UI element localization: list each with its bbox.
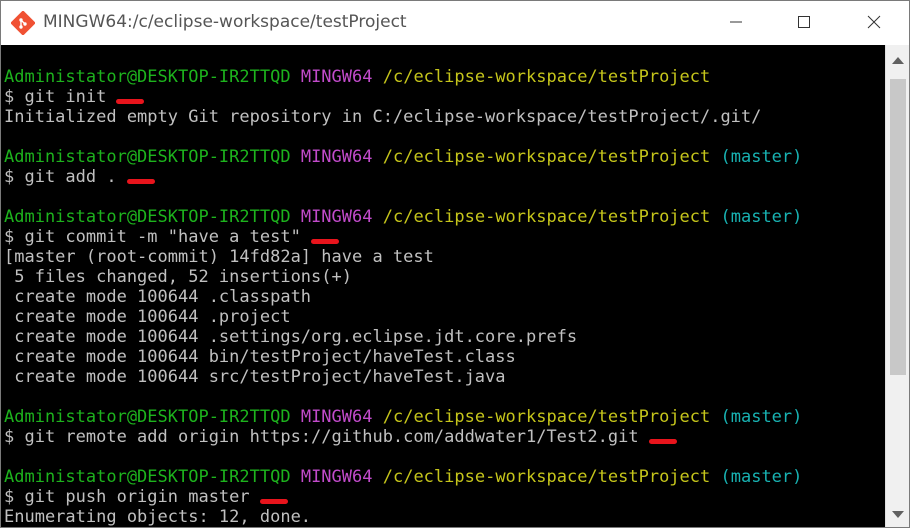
prompt-line: Administator@DESKTOP-IR2TTQD MINGW64 /c/… (4, 207, 802, 227)
prompt-path: /c/eclipse-workspace/testProject (382, 207, 711, 227)
annotation-underline-mark (126, 178, 155, 184)
scrollbar-thumb[interactable] (890, 79, 906, 375)
command-line: $ git commit -m "have a test" (4, 227, 802, 247)
annotation-underline-mark (116, 98, 145, 104)
output-line: create mode 100644 bin/testProject/haveT… (4, 347, 516, 367)
prompt-path: /c/eclipse-workspace/testProject (382, 67, 711, 87)
command-line: $ git init (4, 87, 802, 107)
command-text: $ git commit -m "have a test" (4, 227, 301, 247)
prompt-line: Administator@DESKTOP-IR2TTQD MINGW64 /c/… (4, 147, 802, 167)
close-button[interactable] (844, 1, 904, 45)
terminal-window: MINGW64:/c/eclipse-workspace/testProject… (0, 0, 910, 528)
terminal-output[interactable]: Administator@DESKTOP-IR2TTQD MINGW64 /c/… (1, 45, 885, 527)
command-line: $ git push origin master (4, 487, 802, 507)
output-line: create mode 100644 .project (4, 307, 291, 327)
command-line: $ git add . (4, 167, 802, 187)
prompt-line: Administator@DESKTOP-IR2TTQD MINGW64 /c/… (4, 67, 802, 87)
prompt-line: Administator@DESKTOP-IR2TTQD MINGW64 /c/… (4, 407, 802, 427)
output-line: create mode 100644 src/testProject/haveT… (4, 367, 506, 387)
git-bash-icon (10, 10, 36, 36)
prompt-user: Administator@DESKTOP-IR2TTQD (4, 467, 291, 487)
scroll-down-icon[interactable] (892, 511, 904, 518)
command-text: $ git init (4, 87, 107, 107)
terminal-lines: Administator@DESKTOP-IR2TTQD MINGW64 /c/… (4, 67, 802, 527)
output-line: create mode 100644 .settings/org.eclipse… (4, 327, 578, 347)
prompt-user: Administator@DESKTOP-IR2TTQD (4, 407, 291, 427)
prompt-branch: (master) (720, 407, 803, 427)
prompt-branch: (master) (720, 467, 803, 487)
prompt-user: Administator@DESKTOP-IR2TTQD (4, 147, 291, 167)
prompt-path: /c/eclipse-workspace/testProject (382, 467, 711, 487)
prompt-shell: MINGW64 (300, 67, 373, 87)
command-text: $ git push origin master (4, 487, 250, 507)
scroll-up-icon[interactable] (892, 57, 904, 64)
maximize-button[interactable] (774, 1, 834, 45)
output-line: Enumerating objects: 12, done. (4, 507, 312, 527)
prompt-shell: MINGW64 (300, 407, 373, 427)
command-text: $ git add . (4, 167, 117, 187)
command-text: $ git remote add origin https://github.c… (4, 427, 639, 447)
vertical-scrollbar[interactable] (885, 45, 909, 527)
command-line: $ git remote add origin https://github.c… (4, 427, 802, 447)
prompt-path: /c/eclipse-workspace/testProject (382, 147, 711, 167)
prompt-branch: (master) (720, 147, 803, 167)
prompt-shell: MINGW64 (300, 207, 373, 227)
output-line: create mode 100644 .classpath (4, 287, 312, 307)
prompt-shell: MINGW64 (300, 147, 373, 167)
prompt-line: Administator@DESKTOP-IR2TTQD MINGW64 /c/… (4, 467, 802, 487)
prompt-user: Administator@DESKTOP-IR2TTQD (4, 67, 291, 87)
output-line: 5 files changed, 52 insertions(+) (4, 267, 352, 287)
prompt-branch: (master) (720, 207, 803, 227)
prompt-path: /c/eclipse-workspace/testProject (382, 407, 711, 427)
title-bar[interactable]: MINGW64:/c/eclipse-workspace/testProject (1, 1, 909, 45)
window-title: MINGW64:/c/eclipse-workspace/testProject (43, 12, 407, 32)
prompt-user: Administator@DESKTOP-IR2TTQD (4, 207, 291, 227)
maximize-icon (797, 14, 811, 33)
output-line: Initialized empty Git repository in C:/e… (4, 107, 762, 127)
annotation-underline-mark (259, 498, 288, 504)
minimize-icon (729, 14, 743, 33)
annotation-underline-mark (648, 438, 677, 444)
annotation-underline-mark (310, 238, 339, 244)
close-icon (867, 14, 881, 33)
output-line: [master (root-commit) 14fd82a] have a te… (4, 247, 434, 267)
minimize-button[interactable] (706, 1, 766, 45)
prompt-shell: MINGW64 (300, 467, 373, 487)
